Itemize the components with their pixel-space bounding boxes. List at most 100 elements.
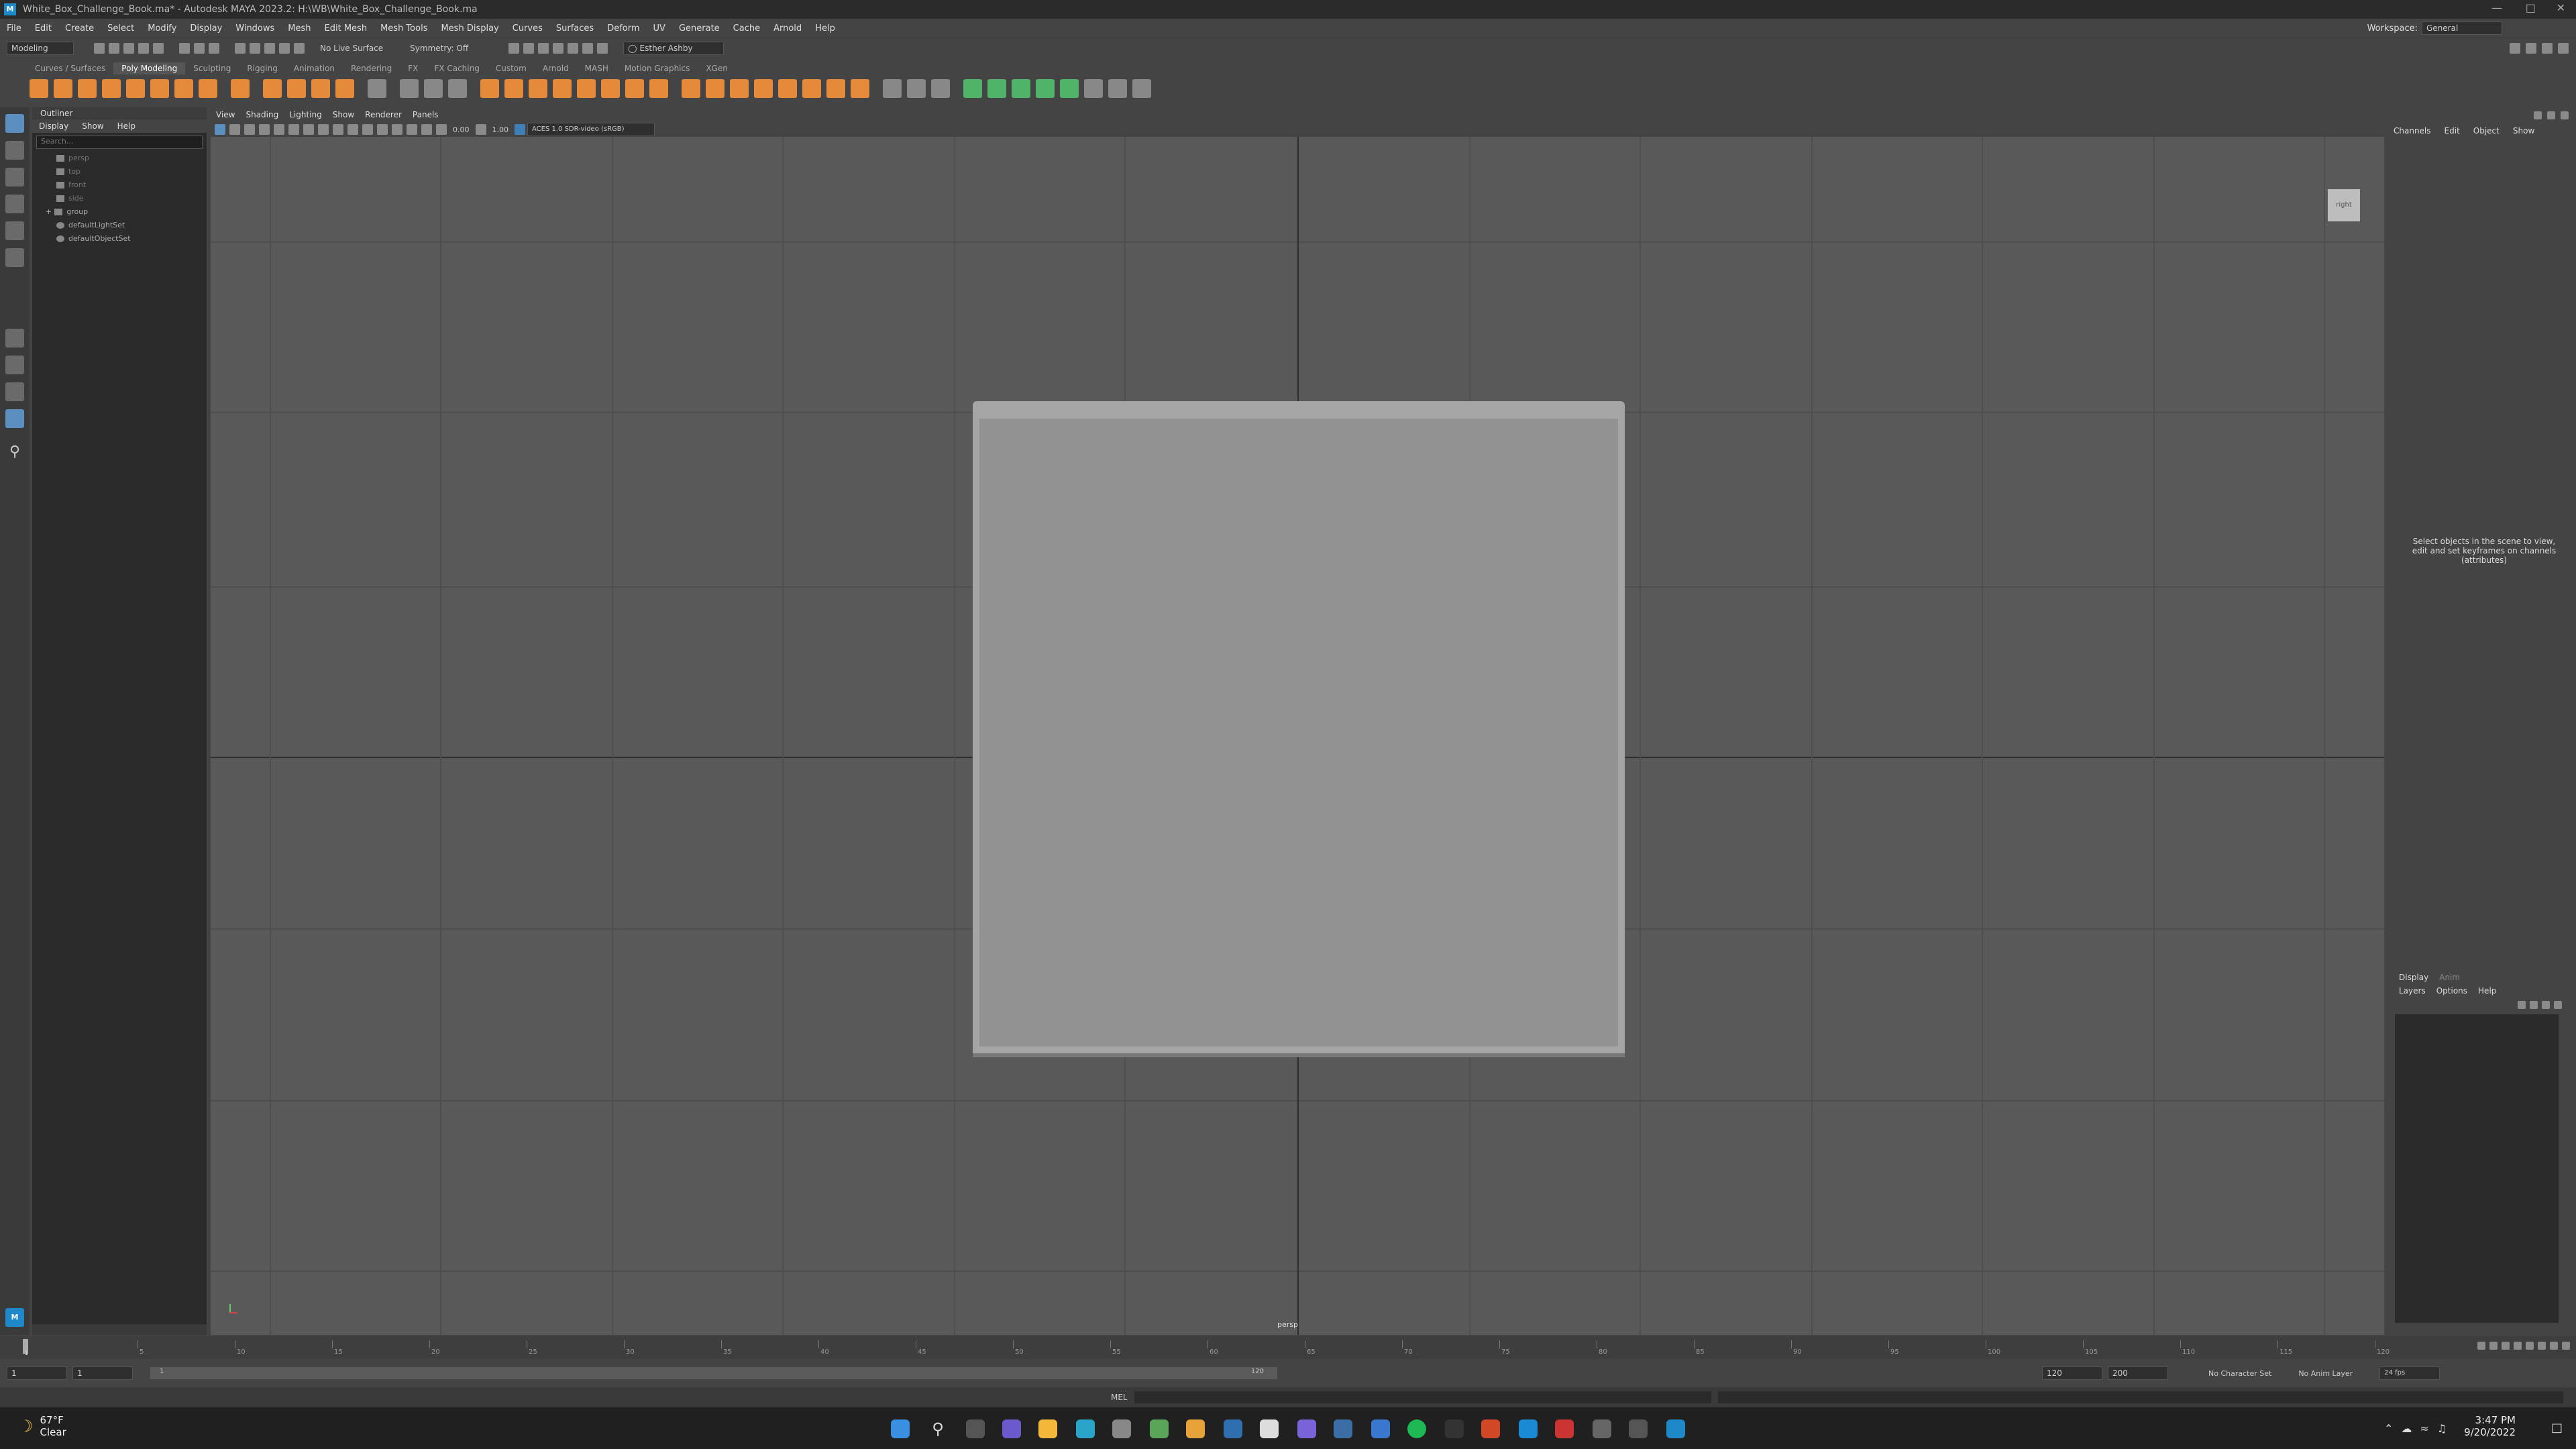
channel-menu-object[interactable]: Object bbox=[2473, 126, 2500, 136]
menu-mesh-tools[interactable]: Mesh Tools bbox=[380, 23, 427, 34]
fill-hole-icon[interactable] bbox=[826, 79, 845, 98]
super-shape-icon[interactable] bbox=[231, 79, 250, 98]
lasso-tool-icon[interactable] bbox=[5, 141, 24, 160]
shelf-tab-motion-graphics[interactable]: Motion Graphics bbox=[616, 62, 698, 74]
textured-icon[interactable] bbox=[347, 124, 358, 135]
edge-icon[interactable] bbox=[1076, 1419, 1095, 1438]
bridge-icon[interactable] bbox=[577, 79, 596, 98]
menu-modify[interactable]: Modify bbox=[148, 23, 176, 34]
menu-deform[interactable]: Deform bbox=[607, 23, 639, 34]
grid-icon[interactable] bbox=[274, 124, 284, 135]
attribute-editor-icon[interactable] bbox=[2526, 42, 2536, 54]
shelf-tab-rigging[interactable]: Rigging bbox=[239, 62, 285, 74]
viewport-menu-shading[interactable]: Shading bbox=[246, 110, 278, 119]
cut-uv-icon[interactable] bbox=[1060, 79, 1079, 98]
go-to-end-icon[interactable] bbox=[2562, 1342, 2570, 1350]
viewport-menu-show[interactable]: Show bbox=[333, 110, 354, 119]
shelf-tab-sculpting[interactable]: Sculpting bbox=[185, 62, 239, 74]
shelf-tab-poly-modeling[interactable]: Poly Modeling bbox=[113, 62, 186, 74]
powerpoint-icon[interactable] bbox=[1481, 1419, 1500, 1438]
mirror-icon[interactable] bbox=[553, 79, 572, 98]
outliner-item-defaultlightset[interactable]: defaultLightSet bbox=[32, 219, 207, 232]
poly-cube-icon[interactable] bbox=[54, 79, 72, 98]
poly-torus-icon[interactable] bbox=[126, 79, 145, 98]
workspace-selector[interactable]: Workspace: General bbox=[2363, 21, 2502, 35]
undo-icon[interactable] bbox=[138, 42, 149, 54]
collapse-icon[interactable] bbox=[802, 79, 821, 98]
modeling-toolkit-icon[interactable] bbox=[2510, 42, 2520, 54]
shelf-tab-animation[interactable]: Animation bbox=[286, 62, 343, 74]
clock[interactable]: 3:47 PM 9/20/2022 bbox=[2464, 1414, 2516, 1438]
lights-icon[interactable] bbox=[362, 124, 373, 135]
cylindrical-mapping-icon[interactable] bbox=[907, 79, 926, 98]
search-icon[interactable]: ⚲ bbox=[5, 443, 24, 462]
range-bar[interactable]: 1 120 bbox=[150, 1367, 1277, 1379]
uv-sew-icon[interactable] bbox=[1132, 79, 1151, 98]
smooth-shade-icon[interactable] bbox=[333, 124, 343, 135]
resolution-gate-icon[interactable] bbox=[303, 124, 314, 135]
multi-cut-icon[interactable] bbox=[682, 79, 700, 98]
render-view-icon[interactable] bbox=[508, 42, 520, 54]
offset-edge-loop-icon[interactable] bbox=[730, 79, 749, 98]
adobe-icon[interactable] bbox=[1555, 1419, 1574, 1438]
curve-tool-icon[interactable] bbox=[287, 79, 306, 98]
snap-grid-icon[interactable] bbox=[235, 42, 246, 54]
ambient-occlusion-icon[interactable] bbox=[392, 124, 402, 135]
outliner-menu-display[interactable]: Display bbox=[39, 121, 68, 131]
target-weld-icon[interactable] bbox=[778, 79, 797, 98]
channel-menu-show[interactable]: Show bbox=[2513, 126, 2534, 136]
outliner-item-top[interactable]: top bbox=[32, 165, 207, 178]
browser-icon[interactable] bbox=[1371, 1419, 1390, 1438]
shelf-tab-fx[interactable]: FX bbox=[400, 62, 426, 74]
merge-icon[interactable] bbox=[754, 79, 773, 98]
poly-cylinder-icon[interactable] bbox=[78, 79, 97, 98]
shelf-tab-arnold[interactable]: Arnold bbox=[535, 62, 577, 74]
user-account-dropdown[interactable]: ◯ Esther Ashby bbox=[623, 41, 724, 55]
layer-menu-options[interactable]: Options bbox=[2436, 986, 2467, 996]
rotate-tool-icon[interactable] bbox=[5, 221, 24, 240]
skype-icon[interactable] bbox=[1519, 1419, 1538, 1438]
outliner-layout-icon[interactable] bbox=[5, 409, 24, 428]
shelf-tab-fx-caching[interactable]: FX Caching bbox=[426, 62, 487, 74]
menu-file[interactable]: File bbox=[7, 23, 21, 34]
workspace-dropdown[interactable]: General bbox=[2422, 21, 2502, 35]
color-management-icon[interactable] bbox=[515, 124, 525, 135]
menu-select[interactable]: Select bbox=[107, 23, 134, 34]
new-scene-icon[interactable] bbox=[94, 42, 105, 54]
command-input[interactable] bbox=[1134, 1391, 1711, 1403]
mel-label[interactable]: MEL bbox=[1111, 1393, 1128, 1402]
shelf-tab-mash[interactable]: MASH bbox=[577, 62, 616, 74]
minimize-icon[interactable]: — bbox=[2491, 1, 2502, 14]
layer-tab-anim[interactable]: Anim bbox=[2439, 973, 2460, 982]
onedrive-icon[interactable]: ☁ bbox=[2401, 1422, 2412, 1435]
shelf-tab-xgen[interactable]: XGen bbox=[698, 62, 736, 74]
channel-box-icon[interactable] bbox=[2534, 111, 2542, 119]
poly-disc-icon[interactable] bbox=[174, 79, 193, 98]
maya-taskbar-icon[interactable] bbox=[1666, 1419, 1685, 1438]
svg-tool-icon[interactable] bbox=[335, 79, 354, 98]
camera-based-uv-icon[interactable] bbox=[987, 79, 1006, 98]
prev-key-icon[interactable] bbox=[2502, 1342, 2510, 1350]
four-view-icon[interactable] bbox=[5, 356, 24, 374]
weather-widget[interactable]: ☽ 67°F Clear bbox=[19, 1414, 66, 1438]
smooth-icon[interactable] bbox=[448, 79, 467, 98]
scale-tool-icon[interactable] bbox=[5, 248, 24, 267]
gamma-icon[interactable] bbox=[475, 124, 486, 135]
tool-settings-icon[interactable] bbox=[2542, 42, 2553, 54]
separate-icon[interactable] bbox=[424, 79, 443, 98]
select-object-icon[interactable] bbox=[194, 42, 205, 54]
boolean-union-icon[interactable] bbox=[480, 79, 499, 98]
boolean-difference-icon[interactable] bbox=[504, 79, 523, 98]
play-forward-icon[interactable] bbox=[2526, 1342, 2534, 1350]
next-key-icon[interactable] bbox=[2538, 1342, 2546, 1350]
file-explorer-icon[interactable] bbox=[1038, 1419, 1057, 1438]
move-layer-down-icon[interactable] bbox=[2530, 1001, 2538, 1009]
select-tool-icon[interactable] bbox=[5, 114, 24, 133]
viewport-menu-renderer[interactable]: Renderer bbox=[365, 110, 402, 119]
white-box-mesh[interactable] bbox=[973, 401, 1625, 1053]
sweep-mesh-icon[interactable] bbox=[263, 79, 282, 98]
open-scene-icon[interactable] bbox=[109, 42, 119, 54]
select-component-icon[interactable] bbox=[209, 42, 219, 54]
menu-mesh[interactable]: Mesh bbox=[288, 23, 311, 34]
volume-icon[interactable]: ♫ bbox=[2437, 1422, 2447, 1435]
